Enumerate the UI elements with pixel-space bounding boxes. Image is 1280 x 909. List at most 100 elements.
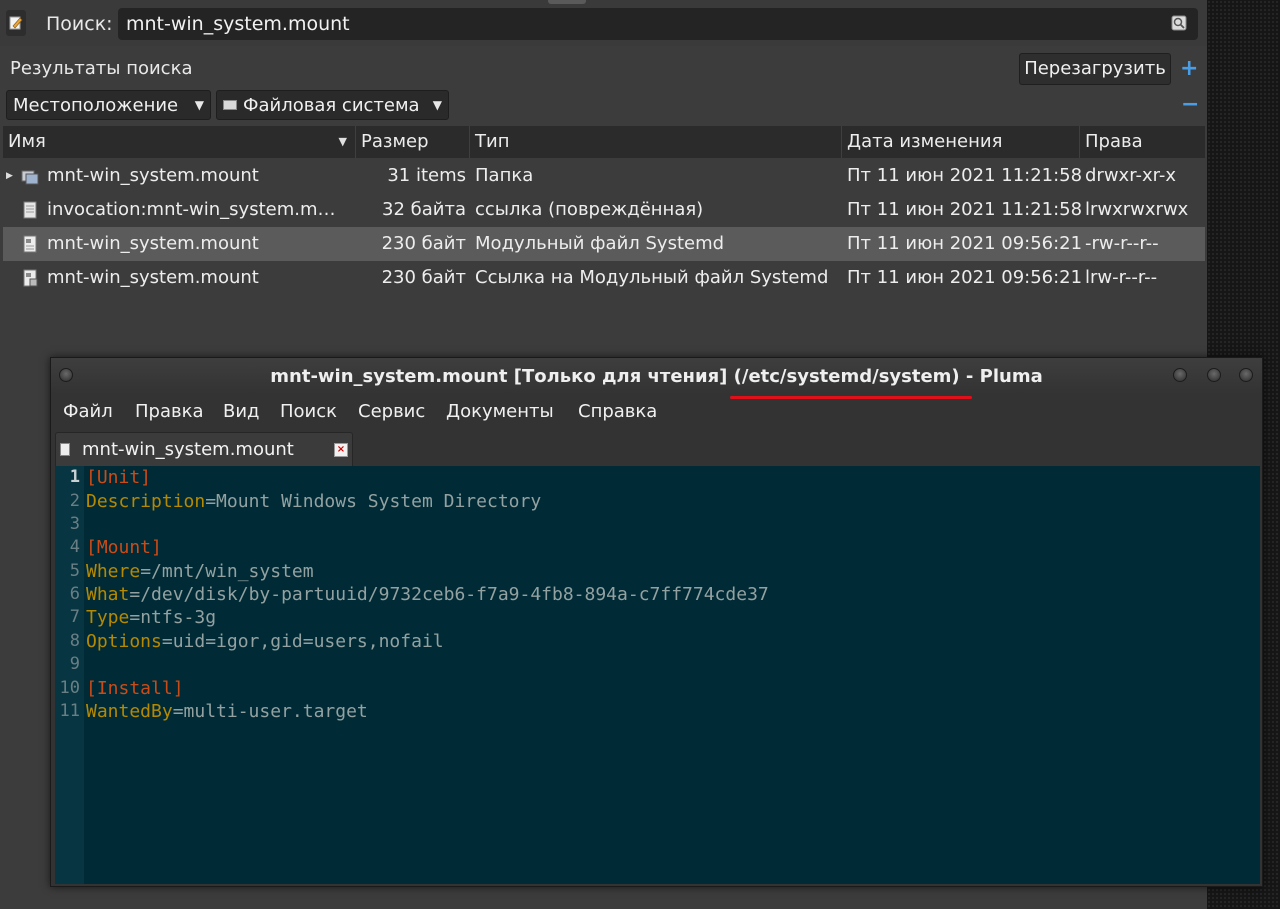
line-number: 10 [59,678,80,698]
row-type: ссылка (повреждённая) [475,199,704,220]
line-number: 7 [69,607,80,627]
code-line: Options=uid=igor,gid=users,nofail [86,631,444,652]
column-header-size[interactable]: Размер [356,126,470,158]
text-editor-area[interactable]: 1 [Unit] 2 Description=Mount Windows Sys… [55,466,1260,884]
code-value: =Mount Windows System Directory [205,491,542,512]
text-file-icon [23,235,37,253]
code-value: =uid=igor,gid=users,nofail [161,631,444,652]
row-size: 31 items [387,165,466,186]
row-name: invocation:mnt-win_system.m… [47,199,336,220]
code-value: =/mnt/win_system [140,561,314,582]
code-key: Options [86,631,162,652]
line-number: 9 [69,654,80,674]
path-highlight-underline [730,396,972,399]
sort-descending-icon: ▼ [338,135,347,148]
code-line: Where=/mnt/win_system [86,561,314,582]
code-value: =/dev/disk/by-partuuid/9732ceb6-f7a9-4fb… [129,584,769,605]
minimize-icon[interactable] [1173,368,1187,382]
menu-search[interactable]: Поиск [280,401,337,422]
location-filter-label: Местоположение [13,94,179,116]
pluma-editor-window: mnt-win_system.mount [Только для чтения]… [50,357,1263,887]
drive-icon [223,100,237,110]
line-number: 4 [69,537,80,557]
reload-button[interactable]: Перезагрузить [1019,53,1171,85]
code-key: WantedBy [86,701,173,722]
clear-search-button[interactable] [1170,14,1188,32]
expand-arrow-icon[interactable]: ▶ [6,159,13,193]
row-date: Пт 11 июн 2021 09:56:21 [847,267,1081,288]
row-permissions: drwxr-xr-x [1085,165,1176,186]
row-name: mnt-win_system.mount [47,165,259,186]
window-titlebar[interactable]: mnt-win_system.mount [Только для чтения]… [51,358,1262,394]
code-line: Description=Mount Windows System Directo… [86,491,541,512]
column-header-name[interactable]: Имя ▼ [3,126,356,158]
row-type: Модульный файл Systemd [475,233,725,254]
maximize-icon[interactable] [1207,368,1221,382]
row-name: mnt-win_system.mount [47,267,259,288]
table-row[interactable]: ▶ mnt-win_system.mount 31 items Папка Пт… [3,159,1205,193]
close-tab-icon[interactable]: × [334,443,348,457]
folder-link-icon [21,170,39,185]
row-date: Пт 11 июн 2021 11:21:58 [847,165,1081,186]
code-key: Where [86,561,141,582]
menu-documents[interactable]: Документы [446,401,554,422]
code-line: WantedBy=multi-user.target [86,701,368,722]
search-label: Поиск: [46,13,113,35]
code-section: [Install] [86,678,184,699]
table-header: Имя ▼ Размер Тип Дата изменения Права [3,126,1205,158]
column-header-date[interactable]: Дата изменения [842,126,1080,158]
menu-view[interactable]: Вид [223,401,260,422]
row-permissions: lrwxrwxrwx [1085,199,1189,220]
search-input[interactable] [118,8,1198,40]
filesystem-filter-dropdown[interactable]: Файловая система ▼ [216,90,449,120]
drag-handle[interactable] [548,0,586,4]
row-permissions: lrw-r--r-- [1085,267,1158,288]
column-header-name-label: Имя [8,131,46,152]
tab-label: mnt-win_system.mount [82,439,294,460]
location-filter-dropdown[interactable]: Местоположение ▼ [6,90,211,120]
broken-link-file-icon [23,201,37,219]
line-number: 8 [69,631,80,651]
row-size: 230 байт [381,233,466,254]
close-icon[interactable] [1239,368,1253,382]
link-file-icon [23,269,38,287]
document-tab[interactable]: mnt-win_system.mount × [55,432,353,466]
edit-location-button[interactable] [6,10,26,36]
add-criterion-button[interactable]: + [1180,56,1198,81]
code-key: Type [86,607,130,628]
code-section: [Unit] [86,467,152,488]
row-name: mnt-win_system.mount [47,233,259,254]
menu-tools[interactable]: Сервис [358,401,425,422]
search-results-label: Результаты поиска [10,58,193,79]
table-row[interactable]: mnt-win_system.mount 230 байт Ссылка на … [3,261,1205,295]
menubar: Файл Правка Вид Поиск Сервис Документы С… [51,394,1262,430]
dropdown-arrow-icon: ▼ [194,98,204,112]
dropdown-arrow-icon: ▼ [432,98,442,112]
document-tabbar: mnt-win_system.mount × [51,430,1262,466]
table-row[interactable]: invocation:mnt-win_system.m… 32 байта сс… [3,193,1205,227]
row-type: Папка [475,165,534,186]
document-icon [60,443,70,456]
clear-search-icon [1171,15,1187,31]
window-title: mnt-win_system.mount [Только для чтения]… [270,366,1043,387]
line-number: 1 [69,467,80,487]
code-section: [Mount] [86,537,162,558]
line-number: 3 [69,514,80,534]
menu-edit[interactable]: Правка [135,401,204,422]
menu-file[interactable]: Файл [63,401,113,422]
code-value: =multi-user.target [172,701,368,722]
line-number: 11 [59,701,80,721]
window-menu-icon[interactable] [59,368,73,382]
remove-criterion-button[interactable]: − [1181,92,1199,117]
column-header-permissions[interactable]: Права [1080,126,1205,158]
code-line: Type=ntfs-3g [86,607,216,628]
menu-help[interactable]: Справка [578,401,657,422]
line-number: 5 [69,561,80,581]
table-row-selected[interactable]: mnt-win_system.mount 230 байт Модульный … [3,227,1205,261]
row-date: Пт 11 июн 2021 09:56:21 [847,233,1081,254]
filesystem-filter-label: Файловая система [243,94,420,116]
search-toolbar: Поиск: [0,0,1207,46]
column-header-type[interactable]: Тип [470,126,842,158]
row-size: 32 байта [382,199,466,220]
code-value: =ntfs-3g [129,607,217,628]
